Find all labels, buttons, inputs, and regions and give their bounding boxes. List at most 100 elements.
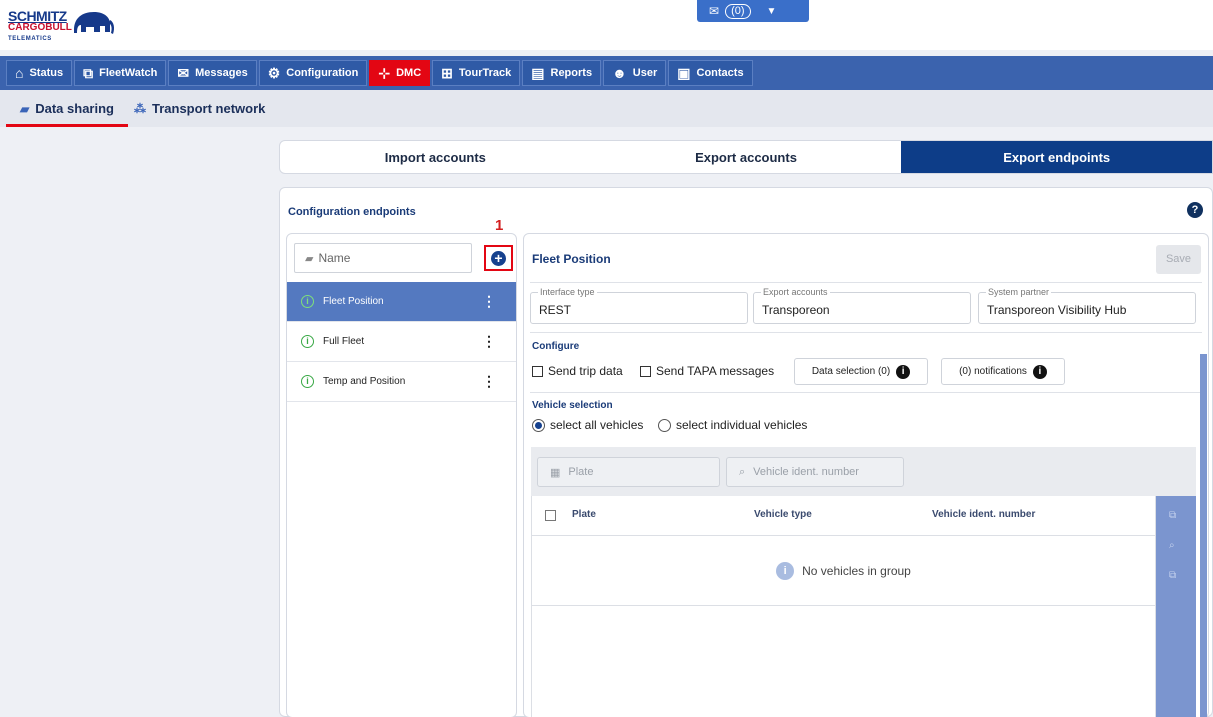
help-icon[interactable]: ?	[1187, 202, 1203, 218]
contacts-icon: ▣	[677, 64, 691, 81]
checkbox-box	[532, 365, 543, 377]
network-icon: ⊹	[378, 64, 391, 81]
subnav-transport-network[interactable]: ⁂ Transport network	[134, 90, 265, 127]
button-label: Data selection (0)	[811, 366, 891, 377]
save-button[interactable]: Save	[1156, 245, 1201, 274]
name-placeholder: Name	[318, 251, 351, 265]
select-individual-vehicles-radio[interactable]: select individual vehicles	[658, 418, 807, 432]
nav-contacts[interactable]: ▣ Contacts	[668, 60, 753, 86]
nav-tourtrack[interactable]: ⊞ TourTrack	[432, 60, 521, 86]
gear-icon: ⚙	[267, 64, 281, 81]
endpoint-list: ▰ Name 1 + i Fleet Position ⋮ i Full Fle…	[286, 217, 517, 717]
table-header: Plate Vehicle type Vehicle ident. number	[532, 496, 1157, 536]
tab-export-accounts[interactable]: Export accounts	[591, 141, 902, 173]
list-item[interactable]: i Temp and Position ⋮	[287, 362, 516, 402]
tab-export-endpoints[interactable]: Export endpoints	[901, 141, 1213, 173]
radio-dot	[658, 418, 671, 432]
nav-status[interactable]: ⌂ Status	[6, 60, 73, 86]
top-bar: SCHMITZ CARGOBULL TELEMATICS ✉ (0) ▼	[0, 0, 1213, 50]
elephant-icon	[74, 12, 114, 34]
vehicle-selection-title: Vehicle selection	[532, 400, 613, 411]
checkbox-box	[640, 365, 651, 377]
nav-dmc[interactable]: ⊹ DMC	[369, 60, 431, 86]
nav-reports[interactable]: ▤ Reports	[522, 60, 602, 86]
data-selection-button[interactable]: Data selection (0) i	[794, 358, 928, 385]
button-label: (0) notifications	[959, 366, 1027, 377]
checkbox-label: Send TAPA messages	[656, 364, 775, 378]
chevron-down-icon: ▼	[766, 5, 777, 17]
empty-state: i No vehicles in group	[532, 536, 1155, 606]
export-accounts-field[interactable]: Export accounts Transporeon	[753, 287, 971, 324]
radio-label: select individual vehicles	[676, 418, 808, 432]
list-item-label: Full Fleet	[323, 336, 365, 347]
send-trip-data-checkbox[interactable]: Send trip data	[532, 364, 623, 378]
add-endpoint-button[interactable]: +	[484, 245, 513, 271]
more-options-icon[interactable]: ⋮	[482, 293, 496, 310]
notifications-button[interactable]: (0) notifications i	[941, 358, 1065, 385]
table-action-bar: ⧉ ⌕ ⧉	[1156, 496, 1196, 717]
divider	[530, 332, 1202, 333]
nav-configuration[interactable]: ⚙ Configuration	[258, 60, 368, 86]
message-count: 0	[734, 4, 741, 17]
list-item-label: Fleet Position	[323, 296, 384, 307]
configuration-panel: Configuration endpoints ? ▰ Name 1 + i F…	[279, 187, 1213, 717]
nav-label: Messages	[195, 67, 248, 79]
vertical-scrollbar[interactable]	[1200, 354, 1207, 717]
info-icon: i	[896, 364, 911, 379]
tab-import-accounts[interactable]: Import accounts	[280, 141, 591, 173]
plate-filter-input[interactable]: ▦ Plate	[537, 457, 720, 487]
add-vehicle-icon[interactable]: ⧉	[1169, 510, 1176, 521]
nav-user[interactable]: ☻ User	[603, 60, 667, 86]
nav-label: User	[632, 67, 658, 79]
plate-icon: ▦	[550, 466, 561, 479]
detail-title: Fleet Position	[532, 252, 611, 266]
list-item[interactable]: i Full Fleet ⋮	[287, 322, 516, 362]
plus-circle-icon: +	[491, 250, 506, 266]
vehicle-table: Plate Vehicle type Vehicle ident. number…	[531, 496, 1157, 717]
envelope-icon: ✉	[177, 64, 190, 81]
name-search-field[interactable]: ▰ Name	[294, 243, 472, 273]
subnav-data-sharing[interactable]: ▰ Data sharing	[6, 90, 128, 127]
field-value: REST	[539, 303, 572, 317]
field-label: Export accounts	[761, 287, 830, 297]
more-options-icon[interactable]: ⋮	[482, 333, 496, 350]
vin-filter-input[interactable]: ⌕ Vehicle ident. number	[726, 457, 904, 487]
nav-messages[interactable]: ✉ Messages	[168, 60, 257, 86]
radio-label: select all vehicles	[550, 418, 644, 432]
select-all-vehicles-radio[interactable]: select all vehicles	[532, 418, 643, 432]
envelope-icon: ✉	[709, 4, 720, 18]
list-item-label: Temp and Position	[323, 376, 406, 387]
remove-vehicle-icon[interactable]: ⧉	[1169, 570, 1176, 581]
panel-title: Configuration endpoints	[288, 206, 416, 218]
search-vehicle-icon[interactable]: ⌕	[1169, 540, 1175, 551]
info-icon: i	[301, 295, 314, 308]
interface-type-field[interactable]: Interface type REST	[530, 287, 748, 324]
callout-number: 1	[495, 217, 504, 234]
info-icon: i	[301, 335, 314, 348]
divider	[530, 282, 1202, 283]
send-tapa-checkbox[interactable]: Send TAPA messages	[640, 364, 774, 378]
nav-label: Configuration	[286, 67, 359, 79]
messages-dropdown-button[interactable]: ✉ (0) ▼	[697, 0, 809, 22]
field-value: Transporeon	[762, 303, 830, 317]
nav-label: FleetWatch	[99, 67, 158, 79]
nav-label: TourTrack	[458, 67, 512, 79]
column-header-vin[interactable]: Vehicle ident. number	[932, 509, 1035, 520]
nav-label: Status	[29, 67, 64, 79]
list-item[interactable]: i Fleet Position ⋮	[287, 282, 516, 322]
column-header-vehicle-type[interactable]: Vehicle type	[754, 509, 812, 520]
divider	[530, 392, 1202, 393]
home-icon: ⌂	[15, 65, 24, 81]
more-options-icon[interactable]: ⋮	[482, 373, 496, 390]
column-header-plate[interactable]: Plate	[572, 509, 596, 520]
nav-label: DMC	[396, 67, 422, 79]
sub-nav: ▰ Data sharing ⁂ Transport network	[0, 90, 1213, 127]
info-icon: i	[1032, 364, 1047, 379]
select-all-checkbox[interactable]	[545, 510, 556, 521]
field-label: Interface type	[538, 287, 597, 297]
nav-fleetwatch[interactable]: ⧉ FleetWatch	[74, 60, 167, 86]
brand-logo[interactable]: SCHMITZ CARGOBULL TELEMATICS	[8, 6, 118, 46]
system-partner-field[interactable]: System partner Transporeon Visibility Hu…	[978, 287, 1196, 324]
subnav-label: Data sharing	[35, 101, 114, 116]
endpoint-detail: Fleet Position Save Interface type REST …	[523, 233, 1209, 717]
